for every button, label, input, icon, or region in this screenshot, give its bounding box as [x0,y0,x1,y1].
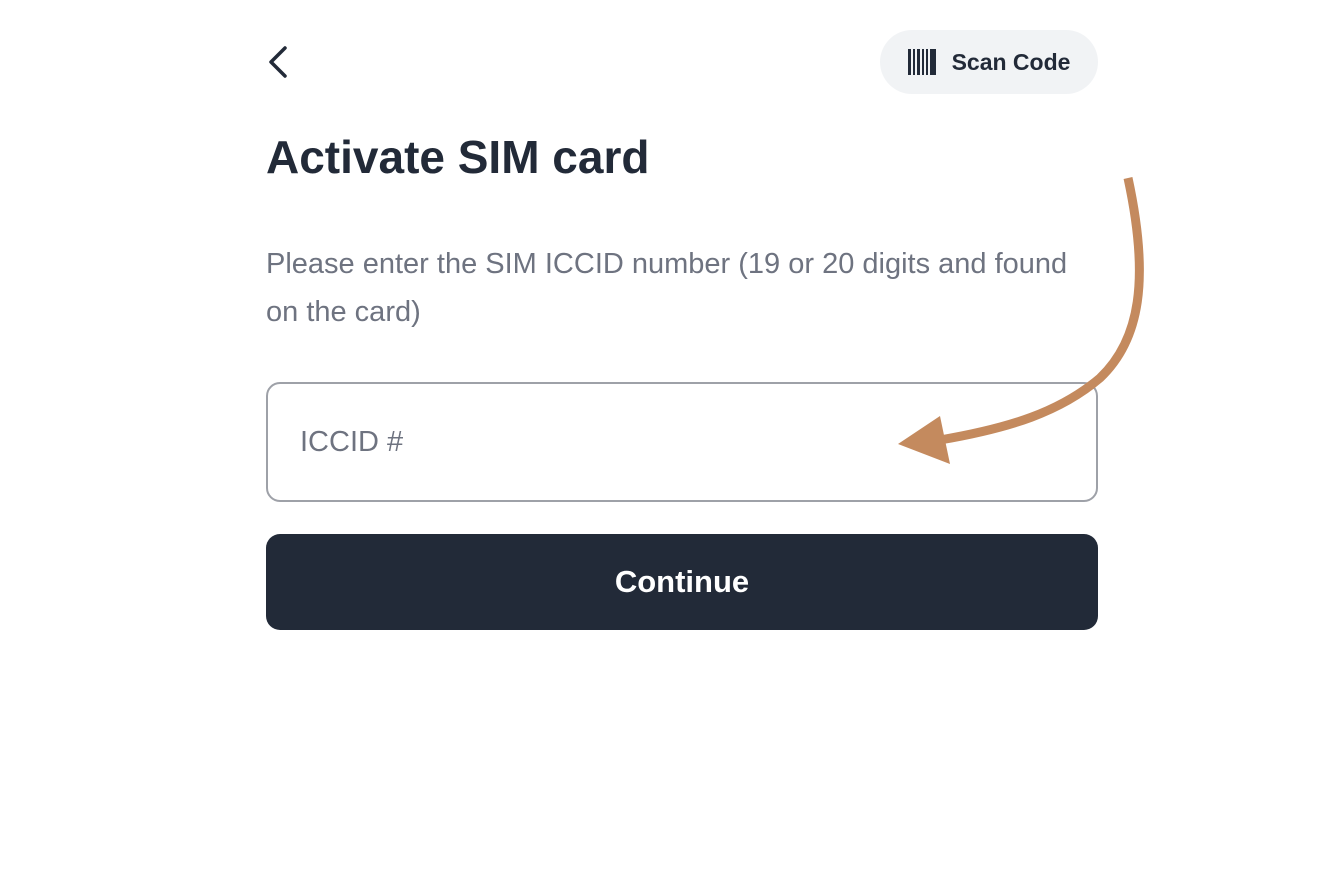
back-button[interactable] [258,40,298,84]
chevron-left-icon [269,46,287,78]
iccid-input[interactable] [266,382,1098,502]
scan-code-label: Scan Code [951,48,1071,75]
barcode-icon [907,49,936,75]
scan-code-button[interactable]: Scan Code [880,30,1098,94]
page-title: Activate SIM card [266,131,650,183]
activate-sim-page: Scan Code Activate SIM card Please enter… [0,0,1344,876]
instructions-text: Please enter the SIM ICCID number (19 or… [266,248,1068,328]
continue-button[interactable]: Continue [266,534,1098,630]
